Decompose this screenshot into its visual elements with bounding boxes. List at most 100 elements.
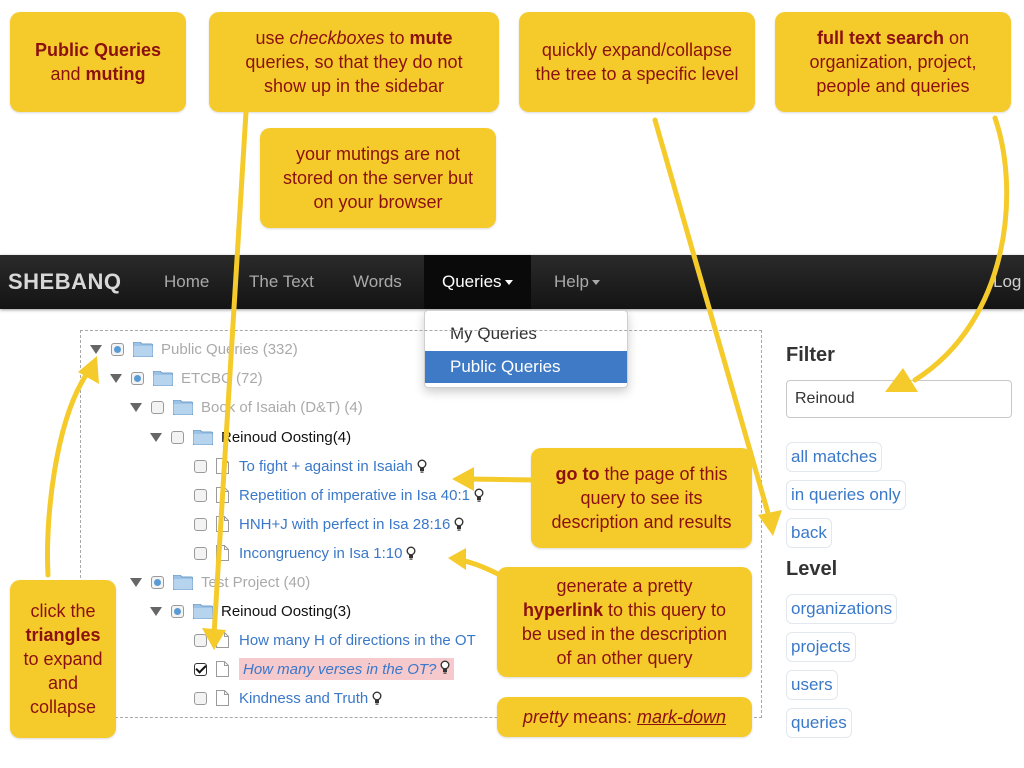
tree-label[interactable]: Book of Isaiah (D&T) (4) <box>201 399 363 416</box>
tree-node-root: Public Queries (332) <box>90 336 298 362</box>
folder-icon <box>133 342 153 357</box>
tree-label[interactable]: Test Project (40) <box>201 574 310 591</box>
level-queries-button[interactable]: queries <box>786 708 852 738</box>
all-matches-button[interactable]: all matches <box>786 442 882 472</box>
mute-checkbox[interactable] <box>171 430 184 444</box>
callout-text: show up in the sidebar <box>263 76 445 96</box>
callout-text: go to <box>555 464 600 484</box>
query-link[interactable]: Incongruency in Isa 1:10 <box>239 545 402 562</box>
mute-checkbox[interactable] <box>194 459 207 473</box>
callout-text: query to see its <box>580 488 703 508</box>
lightbulb-icon[interactable] <box>454 517 464 531</box>
tree-node-query: Repetition of imperative in Isa 40:1 <box>194 482 484 508</box>
level-organizations-button[interactable]: organizations <box>786 594 898 624</box>
arrow-search <box>912 115 1010 383</box>
tree-label[interactable]: ETCBC (72) <box>181 370 263 387</box>
mute-checkbox[interactable] <box>194 546 207 560</box>
callout-text: to this query to <box>602 600 727 620</box>
callout-text: queries, so that they do not <box>245 52 463 72</box>
collapse-triangle-icon[interactable] <box>130 577 142 587</box>
tree-node-user: Reinoud Oosting(3) <box>150 598 351 624</box>
tree-node-org: ETCBC (72) <box>110 365 263 391</box>
callout-text: Public Queries <box>34 40 162 60</box>
tree-label[interactable]: Public Queries (332) <box>161 341 298 358</box>
document-icon <box>216 516 229 532</box>
level-heading: Level <box>786 558 838 580</box>
callout-text: and <box>47 673 79 693</box>
mute-checkbox[interactable] <box>171 604 184 618</box>
nav-help[interactable]: Help <box>554 255 600 309</box>
mute-checkbox[interactable] <box>111 342 124 356</box>
callout-text: your mutings are not <box>295 144 461 164</box>
callout-text: use <box>255 28 290 48</box>
nav-queries-label: Queries <box>442 272 502 291</box>
caret-down-icon <box>504 280 513 286</box>
callout-text: the page of this <box>599 464 728 484</box>
callout-expand: quickly expand/collapse the tree to a sp… <box>519 12 755 112</box>
callout-text: description and results <box>551 512 732 532</box>
callout-text: be used in the description <box>521 624 728 644</box>
callout-hyperlink: generate a pretty hyperlink to this quer… <box>497 567 752 677</box>
document-icon <box>216 545 229 561</box>
callout-pretty: pretty means: mark-down <box>497 697 752 737</box>
callout-text: pretty <box>522 707 568 727</box>
nav-queries[interactable]: Queries <box>424 255 531 309</box>
tree-node-project: Book of Isaiah (D&T) (4) <box>130 394 363 420</box>
query-link[interactable]: Kindness and Truth <box>239 690 368 707</box>
mute-checkbox[interactable] <box>194 517 207 531</box>
callout-text: stored on the server but <box>282 168 474 188</box>
mute-checkbox[interactable] <box>151 400 164 414</box>
query-link[interactable]: Repetition of imperative in Isa 40:1 <box>239 487 470 504</box>
lightbulb-icon[interactable] <box>440 660 450 674</box>
level-projects-button[interactable]: projects <box>786 632 856 662</box>
callout-text: on <box>944 28 970 48</box>
in-queries-only-button[interactable]: in queries only <box>786 480 906 510</box>
folder-icon <box>173 400 193 415</box>
collapse-triangle-icon[interactable] <box>90 344 102 354</box>
nav-home[interactable]: Home <box>164 255 209 309</box>
document-icon <box>216 458 229 474</box>
mute-checkbox[interactable] <box>194 633 207 647</box>
query-link[interactable]: HNH+J with perfect in Isa 28:16 <box>239 516 450 533</box>
lightbulb-icon[interactable] <box>372 691 382 705</box>
back-button[interactable]: back <box>786 518 832 548</box>
lightbulb-icon[interactable] <box>417 459 427 473</box>
query-link[interactable]: To fight + against in Isaiah <box>239 458 413 475</box>
callout-checkboxes: use checkboxes to mute queries, so that … <box>209 12 499 112</box>
callout-search: full text search on organization, projec… <box>775 12 1011 112</box>
collapse-triangle-icon[interactable] <box>130 402 142 412</box>
filter-heading: Filter <box>786 344 835 366</box>
filter-search-input[interactable] <box>786 380 1012 418</box>
collapse-triangle-icon[interactable] <box>110 373 122 383</box>
mute-checkbox[interactable] <box>194 691 207 705</box>
folder-icon <box>193 430 213 445</box>
callout-text: and <box>50 64 86 84</box>
callout-mutings: your mutings are not stored on the serve… <box>260 128 496 228</box>
nav-the-text[interactable]: The Text <box>249 255 314 309</box>
tree-label[interactable]: Reinoud Oosting(4) <box>221 429 351 446</box>
collapse-triangle-icon[interactable] <box>150 606 162 616</box>
callout-text: mark-down <box>637 707 727 727</box>
mute-checkbox[interactable] <box>194 662 207 676</box>
callout-text: means: <box>567 707 638 727</box>
callout-text: checkboxes <box>289 28 385 48</box>
collapse-triangle-icon[interactable] <box>150 432 162 442</box>
callout-text: generate a pretty <box>556 576 693 596</box>
callout-triangles: click the triangles to expand and collap… <box>10 580 116 738</box>
query-link-muted[interactable]: How many verses in the OT? <box>239 658 455 680</box>
brand-logo[interactable]: SHEBANQ <box>8 269 122 295</box>
nav-help-label: Help <box>554 272 589 291</box>
mute-checkbox[interactable] <box>151 575 164 589</box>
mute-checkbox[interactable] <box>131 371 144 385</box>
lightbulb-icon[interactable] <box>474 488 484 502</box>
nav-login[interactable]: Log <box>993 255 1021 309</box>
lightbulb-icon[interactable] <box>406 546 416 560</box>
tree-label[interactable]: Reinoud Oosting(3) <box>221 603 351 620</box>
callout-text: muting <box>85 64 146 84</box>
document-icon <box>216 661 229 677</box>
mute-checkbox[interactable] <box>194 488 207 502</box>
callout-text: collapse <box>29 697 97 717</box>
nav-words[interactable]: Words <box>353 255 402 309</box>
level-users-button[interactable]: users <box>786 670 838 700</box>
query-link[interactable]: How many H of directions in the OT <box>239 632 476 649</box>
